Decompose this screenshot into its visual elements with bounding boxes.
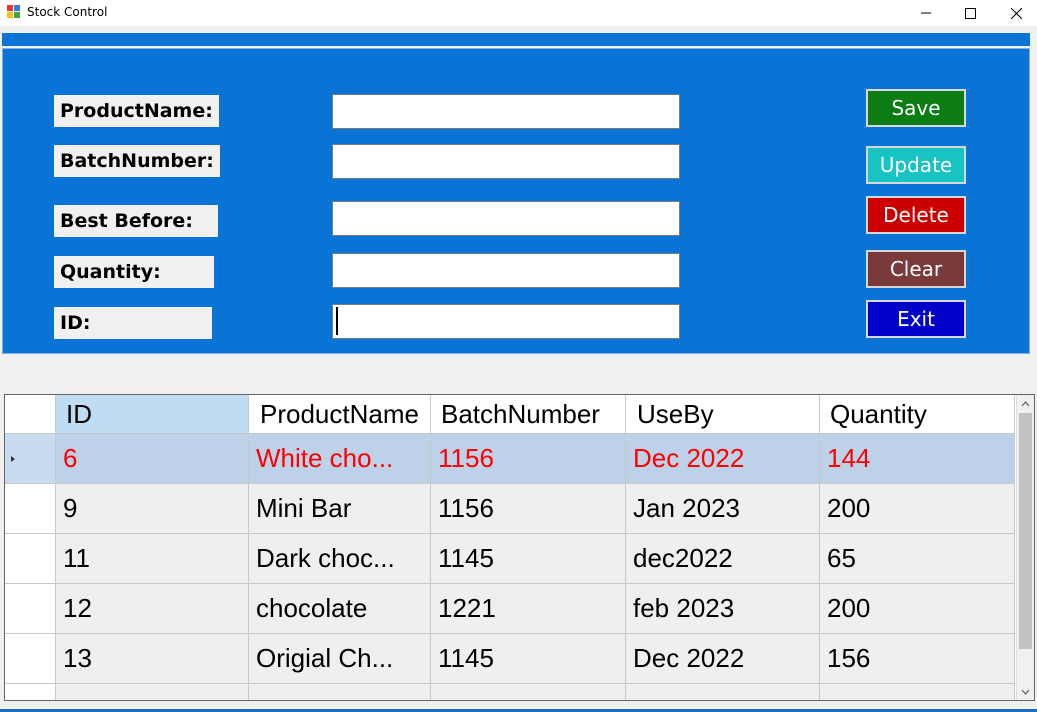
- cell-useby[interactable]: dec2022: [626, 534, 820, 584]
- cell-batchnumber: [431, 684, 626, 700]
- column-header-batchnumber[interactable]: BatchNumber: [431, 395, 626, 434]
- cell-id[interactable]: 6: [56, 434, 249, 484]
- table-row[interactable]: 9 Mini Bar 1156 Jan 2023 200: [5, 484, 1015, 534]
- save-button[interactable]: Save: [866, 89, 966, 127]
- product-name-label: ProductName:: [54, 95, 219, 127]
- minimize-icon[interactable]: [903, 0, 949, 26]
- quantity-field[interactable]: [332, 253, 680, 288]
- cell-quantity[interactable]: 144: [820, 434, 1015, 484]
- cell-useby[interactable]: feb 2023: [626, 584, 820, 634]
- cell-id: [56, 684, 249, 700]
- scroll-up-icon[interactable]: [1017, 395, 1034, 412]
- update-button[interactable]: Update: [866, 146, 966, 184]
- stock-grid[interactable]: ID ProductName BatchNumber UseBy Quantit…: [4, 394, 1035, 701]
- cell-id[interactable]: 12: [56, 584, 249, 634]
- best-before-field[interactable]: [332, 201, 680, 236]
- text-caret: [336, 307, 338, 335]
- cell-id[interactable]: 13: [56, 634, 249, 684]
- cell-batchnumber[interactable]: 1221: [431, 584, 626, 634]
- cell-quantity[interactable]: 200: [820, 584, 1015, 634]
- table-row[interactable]: 13 Origial Ch... 1145 Dec 2022 156: [5, 634, 1015, 684]
- row-pointer-icon: [11, 455, 15, 462]
- cell-useby: [626, 684, 820, 700]
- grid-corner-header: [5, 395, 56, 434]
- row-header[interactable]: [5, 584, 56, 634]
- row-header[interactable]: [5, 484, 56, 534]
- maximize-icon[interactable]: [947, 0, 993, 26]
- cell-productname[interactable]: Origial Ch...: [249, 634, 431, 684]
- cell-useby[interactable]: Dec 2022: [626, 634, 820, 684]
- close-icon[interactable]: [993, 0, 1037, 26]
- cell-productname[interactable]: chocolate: [249, 584, 431, 634]
- row-header-selected[interactable]: [5, 434, 56, 484]
- id-label: ID:: [54, 307, 212, 339]
- cell-productname[interactable]: White cho...: [249, 434, 431, 484]
- cell-quantity[interactable]: 156: [820, 634, 1015, 684]
- row-header: [5, 684, 56, 700]
- cell-batchnumber[interactable]: 1145: [431, 534, 626, 584]
- id-field[interactable]: [332, 304, 680, 339]
- app-icon: [7, 5, 21, 19]
- cell-useby[interactable]: Jan 2023: [626, 484, 820, 534]
- cell-useby[interactable]: Dec 2022: [626, 434, 820, 484]
- header-strip: [2, 33, 1030, 46]
- window-title: Stock Control: [27, 5, 108, 19]
- column-header-id[interactable]: ID: [56, 395, 249, 434]
- clear-button[interactable]: Clear: [866, 250, 966, 288]
- cell-batchnumber[interactable]: 1156: [431, 484, 626, 534]
- table-row[interactable]: 11 Dark choc... 1145 dec2022 65: [5, 534, 1015, 584]
- column-header-useby[interactable]: UseBy: [626, 395, 820, 434]
- cell-quantity[interactable]: 65: [820, 534, 1015, 584]
- exit-button[interactable]: Exit: [866, 300, 966, 338]
- column-header-quantity[interactable]: Quantity: [820, 395, 1015, 434]
- grid-header-row: ID ProductName BatchNumber UseBy Quantit…: [5, 395, 1015, 434]
- cell-productname[interactable]: Dark choc...: [249, 534, 431, 584]
- row-header[interactable]: [5, 534, 56, 584]
- table-row-partial: [5, 684, 1015, 700]
- cell-productname[interactable]: Mini Bar: [249, 484, 431, 534]
- scroll-down-icon[interactable]: [1017, 683, 1034, 700]
- batch-number-field[interactable]: [332, 144, 680, 179]
- table-row[interactable]: 12 chocolate 1221 feb 2023 200: [5, 584, 1015, 634]
- best-before-label: Best Before:: [54, 205, 218, 237]
- delete-button[interactable]: Delete: [866, 196, 966, 234]
- cell-batchnumber[interactable]: 1145: [431, 634, 626, 684]
- scrollbar-thumb[interactable]: [1019, 413, 1032, 649]
- cell-quantity[interactable]: 200: [820, 484, 1015, 534]
- column-header-productname[interactable]: ProductName: [249, 395, 431, 434]
- batch-number-label: BatchNumber:: [54, 145, 220, 177]
- product-name-field[interactable]: [332, 94, 680, 129]
- table-row[interactable]: 6 White cho... 1156 Dec 2022 144: [5, 434, 1015, 484]
- quantity-label: Quantity:: [54, 256, 214, 288]
- title-bar: Stock Control: [0, 0, 1037, 26]
- cell-id[interactable]: 9: [56, 484, 249, 534]
- cell-quantity: [820, 684, 1015, 700]
- row-header[interactable]: [5, 634, 56, 684]
- cell-batchnumber[interactable]: 1156: [431, 434, 626, 484]
- cell-productname: [249, 684, 431, 700]
- vertical-scrollbar[interactable]: [1016, 395, 1034, 700]
- cell-id[interactable]: 11: [56, 534, 249, 584]
